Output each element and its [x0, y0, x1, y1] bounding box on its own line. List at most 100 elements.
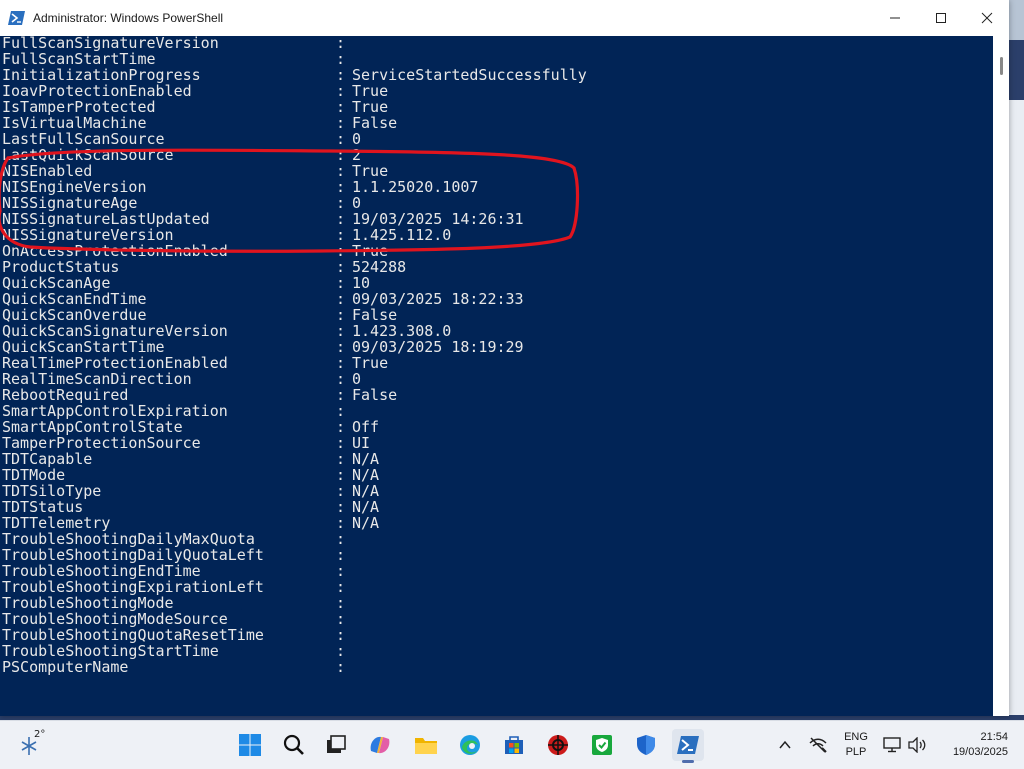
separator: : [336, 546, 346, 564]
property-name: QuickScanOverdue [2, 306, 147, 324]
property-name: QuickScanEndTime [2, 290, 147, 308]
property-name: TDTSiloType [2, 482, 102, 500]
property-value: True [352, 242, 389, 260]
property-value: 0 [352, 194, 362, 212]
property-name: IoavProtectionEnabled [2, 82, 192, 100]
console-line: TroubleShootingDailyQuotaLeft: [2, 547, 587, 563]
property-name: PSComputerName [2, 658, 129, 676]
volume-button[interactable] [904, 729, 930, 761]
weather-temp: 2° [34, 729, 46, 740]
separator: : [336, 242, 346, 260]
vertical-scrollbar[interactable] [993, 36, 1009, 716]
console-line: TDTMode: N/A [2, 467, 587, 483]
separator: : [336, 98, 346, 116]
separator: : [336, 354, 346, 372]
close-button[interactable] [964, 0, 1010, 36]
separator: : [336, 66, 346, 84]
maximize-icon [936, 13, 946, 23]
property-name: QuickScanSignatureVersion [2, 322, 228, 340]
property-value: True [352, 354, 389, 372]
separator: : [336, 418, 346, 436]
file-explorer-button[interactable] [410, 729, 442, 761]
property-value: 09/03/2025 18:22:33 [352, 290, 524, 308]
console-line: FullScanSignatureVersion: [2, 36, 587, 51]
console-line: TroubleShootingModeSource: [2, 611, 587, 627]
property-name: IsTamperProtected [2, 98, 156, 116]
console-line: LastFullScanSource:0 [2, 131, 587, 147]
property-value: True [352, 98, 389, 116]
property-name: SmartAppControlExpiration [2, 402, 228, 420]
console-line: SmartAppControlState: Off [2, 419, 587, 435]
microsoft-store-button[interactable] [498, 729, 530, 761]
console-line: RealTimeScanDirection:0 [2, 371, 587, 387]
task-view-button[interactable] [320, 729, 352, 761]
property-value: 2 [352, 146, 362, 164]
title-bar[interactable]: Administrator: Windows PowerShell [0, 0, 1009, 36]
property-value: False [352, 114, 398, 132]
property-value: ServiceStartedSuccessfully [352, 66, 587, 84]
search-icon [283, 734, 304, 755]
property-value: 1.425.112.0 [352, 226, 452, 244]
show-hidden-icons-button[interactable] [772, 729, 798, 761]
property-name: TDTTelemetry [2, 514, 111, 532]
console-output[interactable]: FullScanSignatureVersion: FullScanStartTi… [0, 36, 993, 716]
console-line: RealTimeProtectionEnabled: True [2, 355, 587, 371]
console-line: TDTCapable: N/A [2, 451, 587, 467]
property-name: FullScanSignatureVersion [2, 36, 219, 52]
property-value: True [352, 162, 389, 180]
property-value: 0 [352, 130, 362, 148]
property-name: TroubleShootingMode [2, 594, 174, 612]
copilot-button[interactable] [364, 729, 396, 761]
powershell-window: Administrator: Windows PowerShell FullSc… [0, 0, 1009, 716]
separator: : [336, 610, 346, 628]
start-icon [239, 734, 261, 756]
display-button[interactable] [880, 729, 904, 761]
property-value: 524288 [352, 258, 407, 276]
maximize-button[interactable] [918, 0, 964, 36]
clock[interactable]: 21:54 19/03/2025 [940, 731, 1008, 758]
console-line: IsTamperProtected: True [2, 99, 587, 115]
separator: : [336, 402, 346, 420]
weather-widget[interactable]: 2° [18, 729, 58, 759]
property-name: TroubleShootingQuotaResetTime [2, 626, 264, 644]
powershell-taskbar-button[interactable] [672, 729, 704, 763]
clock-date: 19/03/2025 [952, 746, 1008, 758]
green-shield-app-button[interactable] [586, 729, 618, 761]
console-line: FullScanStartTime: [2, 51, 587, 67]
search-button[interactable] [278, 729, 310, 761]
separator: : [336, 450, 346, 468]
property-name: NISSignatureLastUpdated [2, 210, 210, 228]
scrollbar-thumb[interactable] [1000, 57, 1003, 75]
property-name: TroubleShootingModeSource [2, 610, 228, 628]
console-line: IsVirtualMachine: False [2, 115, 587, 131]
window-title: Administrator: Windows PowerShell [33, 11, 224, 25]
defender-button[interactable] [630, 729, 662, 761]
edge-icon [460, 735, 480, 755]
separator: : [336, 642, 346, 660]
red-app-button[interactable] [542, 729, 574, 761]
separator: : [336, 434, 346, 452]
console-line: QuickScanEndTime:09/03/2025 18:22:33 [2, 291, 587, 307]
property-name: TDTStatus [2, 498, 84, 516]
separator: : [336, 562, 346, 580]
language-indicator[interactable]: ENG PLP [838, 731, 874, 758]
separator: : [336, 626, 346, 644]
chevron-up-icon [779, 740, 791, 749]
property-value: True [352, 82, 389, 100]
property-name: InitializationProgress [2, 66, 201, 84]
file-explorer-icon [415, 738, 437, 754]
monitor-icon [883, 737, 901, 753]
property-name: RealTimeProtectionEnabled [2, 354, 228, 372]
network-button[interactable] [804, 729, 832, 761]
console-line: InitializationProgress: ServiceStartedSuc… [2, 67, 587, 83]
powershell-icon [8, 10, 26, 26]
property-name: TDTCapable [2, 450, 93, 468]
keyboard-layout-label: PLP [845, 746, 867, 758]
minimize-button[interactable] [872, 0, 918, 36]
property-name: OnAccessProtectionEnabled [2, 242, 228, 260]
edge-button[interactable] [454, 729, 486, 761]
console-line: TDTSiloType: N/A [2, 483, 587, 499]
property-value: 1.423.308.0 [352, 322, 452, 340]
start-button[interactable] [234, 729, 266, 761]
property-name: IsVirtualMachine [2, 114, 147, 132]
